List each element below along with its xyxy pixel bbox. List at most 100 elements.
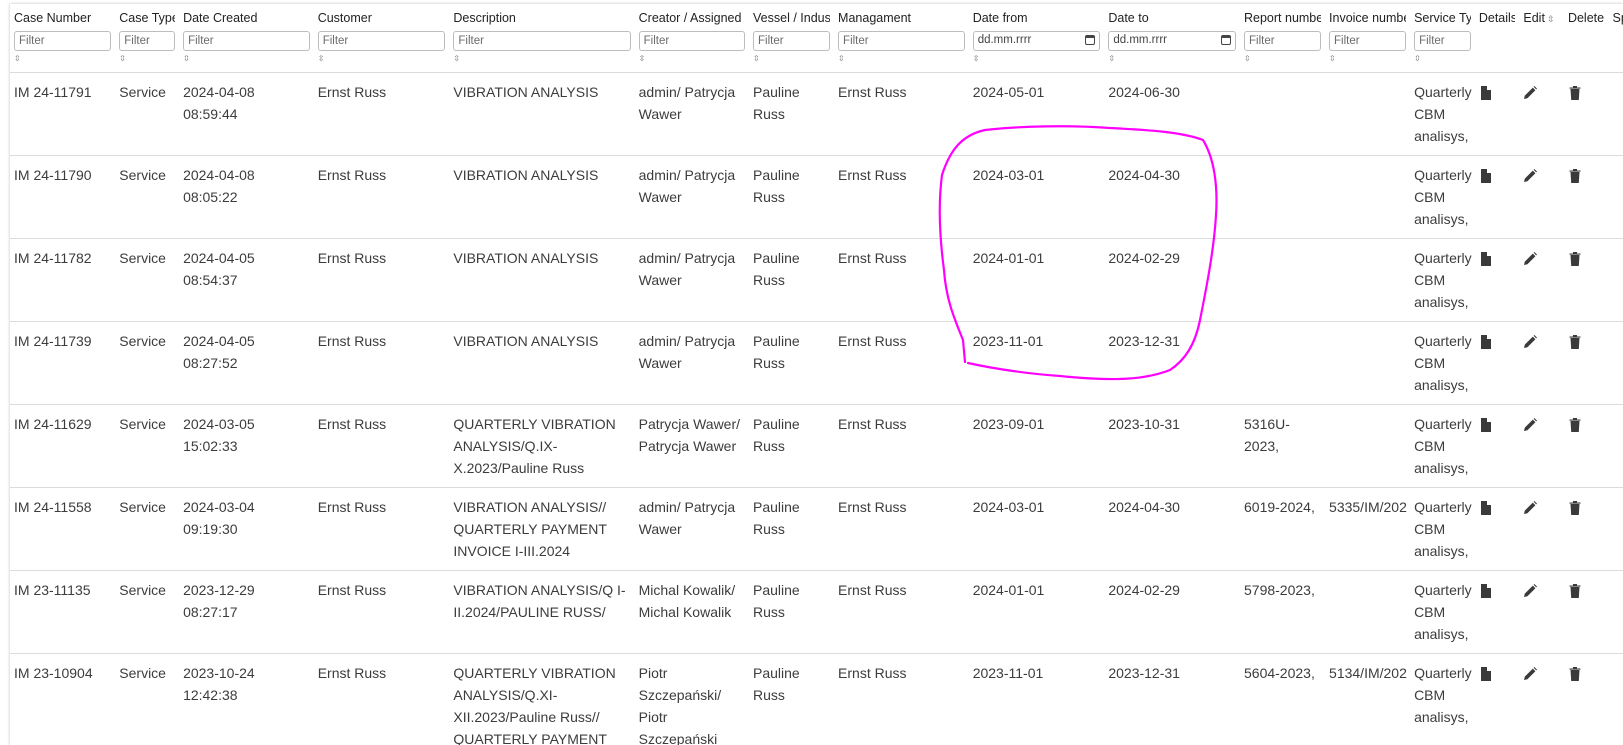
sort-icon[interactable]: ⇳ xyxy=(183,55,310,63)
sort-icon[interactable]: ⇳ xyxy=(453,55,630,63)
service-line: analisys, xyxy=(1414,460,1469,476)
table-row[interactable]: IM 23-11135 Service 2023-12-29 08:27:17 Erns… xyxy=(10,570,1623,654)
filter-input-case-number[interactable] xyxy=(14,31,112,51)
filter-input-service-typ[interactable] xyxy=(1414,31,1471,51)
column-header-label[interactable]: Details xyxy=(1479,11,1516,25)
file-icon[interactable] xyxy=(1479,84,1493,100)
table-row[interactable]: IM 24-11629 Service 2024-03-05 15:02:33 Erns… xyxy=(10,404,1623,488)
sort-icon[interactable]: ⇳ xyxy=(838,55,965,63)
spare-cell xyxy=(1608,321,1623,405)
column-header-label[interactable]: Invoice numbe xyxy=(1329,11,1406,25)
sort-icon[interactable]: ⇳ xyxy=(1244,55,1321,63)
date-filter-date-to[interactable]: dd.mm.rrrr xyxy=(1108,31,1236,51)
column-header-label[interactable]: Description xyxy=(453,11,630,25)
file-icon[interactable] xyxy=(1479,499,1493,515)
file-icon[interactable] xyxy=(1479,416,1493,432)
filter-input-date-created[interactable] xyxy=(183,31,310,51)
filter-input-creator-assigned[interactable] xyxy=(638,31,746,51)
date-filter-date-from[interactable]: dd.mm.rrrr xyxy=(972,31,1101,51)
filter-input-description[interactable] xyxy=(453,31,631,51)
pencil-icon[interactable] xyxy=(1523,250,1538,265)
sort-icon[interactable]: ⇳ xyxy=(1414,55,1471,63)
trash-icon[interactable] xyxy=(1568,582,1582,598)
column-header-invoice-numbe: Invoice numbe ⇳ xyxy=(1325,4,1411,73)
file-icon[interactable] xyxy=(1479,167,1493,183)
table-row[interactable]: IM 24-11558 Service 2024-03-04 09:19:30 Erns… xyxy=(10,487,1623,571)
trash-icon[interactable] xyxy=(1568,333,1582,349)
pencil-icon[interactable] xyxy=(1523,665,1538,680)
filter-input-customer[interactable] xyxy=(317,31,446,51)
trash-icon[interactable] xyxy=(1568,416,1582,432)
creator-assigned-cell: Patrycja Wawer/Patrycja Wawer xyxy=(634,404,750,488)
column-header-label[interactable]: Managament xyxy=(838,11,965,25)
service-line: CBM xyxy=(1414,189,1446,205)
filter-input-managament[interactable] xyxy=(838,31,965,51)
column-header-label[interactable]: Vessel / Indust xyxy=(753,11,830,25)
management-cell: Ernst Russ xyxy=(834,238,969,322)
delete-cell xyxy=(1563,487,1609,571)
trash-icon[interactable] xyxy=(1568,167,1582,183)
sort-icon[interactable]: ⇳ xyxy=(639,55,745,63)
table-row[interactable]: IM 23-10904 Service 2023-10-24 12:42:38 Erns… xyxy=(10,653,1623,745)
sort-icon[interactable]: ⇳ xyxy=(753,55,830,63)
column-header-label[interactable]: Delete xyxy=(1568,11,1605,25)
column-header-label[interactable]: Report numbe xyxy=(1244,11,1321,25)
column-header-label[interactable]: Date Created xyxy=(183,11,310,25)
table-row[interactable]: IM 24-11790 Service 2024-04-08 08:05:22 Erns… xyxy=(10,155,1623,239)
vessel-cell: Pauline Russ xyxy=(749,487,835,571)
report-number-cell xyxy=(1240,155,1326,239)
filter-input-report-numbe[interactable] xyxy=(1244,31,1322,51)
date-to-cell: 2024-02-29 xyxy=(1104,238,1240,322)
filter-input-invoice-numbe[interactable] xyxy=(1329,31,1407,51)
sort-icon[interactable]: ⇳ xyxy=(14,55,111,63)
trash-icon[interactable] xyxy=(1568,665,1582,681)
spare-cell xyxy=(1608,487,1623,571)
column-header-label[interactable]: Date from xyxy=(973,11,1101,25)
file-icon[interactable] xyxy=(1479,250,1493,266)
column-header-label[interactable]: Date to xyxy=(1108,11,1236,25)
sort-icon[interactable]: ⇳ xyxy=(1108,55,1236,63)
date-from-cell: 2023-11-01 xyxy=(968,321,1105,405)
column-header-label[interactable]: Service Typ xyxy=(1414,11,1471,25)
file-icon[interactable] xyxy=(1479,333,1493,349)
sort-icon[interactable]: ⇳ xyxy=(119,55,175,63)
trash-icon[interactable] xyxy=(1568,84,1582,100)
column-header-spare: Spare xyxy=(1608,4,1623,73)
file-icon[interactable] xyxy=(1479,665,1493,681)
trash-icon[interactable] xyxy=(1568,499,1582,515)
column-header-label[interactable]: Edit ⇳ xyxy=(1523,11,1560,25)
pencil-icon[interactable] xyxy=(1523,333,1538,348)
column-header-label[interactable]: Creator / Assigned xyxy=(639,11,745,25)
case-number-cell: IM 23-10904 xyxy=(10,653,116,745)
filter-input-case-type[interactable] xyxy=(119,31,176,51)
sort-icon[interactable]: ⇳ xyxy=(1329,55,1406,63)
creator-line: admin/ Patrycja xyxy=(638,499,736,515)
pencil-icon[interactable] xyxy=(1523,167,1538,182)
pencil-icon[interactable] xyxy=(1523,84,1538,99)
service-line: analisys, xyxy=(1414,211,1469,227)
column-header-label[interactable]: Customer xyxy=(318,11,446,25)
table-row[interactable]: IM 24-11782 Service 2024-04-05 08:54:37 Erns… xyxy=(10,238,1623,322)
sort-icon[interactable]: ⇳ xyxy=(973,55,1101,63)
date-to-cell: 2023-10-31 xyxy=(1104,404,1240,488)
filter-input-vessel-indust[interactable] xyxy=(753,31,831,51)
column-header-label[interactable]: Spare xyxy=(1612,11,1623,25)
creator-line: admin/ Patrycja xyxy=(638,250,736,266)
created-time: 08:27:17 xyxy=(183,604,238,620)
file-icon[interactable] xyxy=(1479,582,1493,598)
calendar-icon[interactable] xyxy=(1085,35,1096,45)
table-row[interactable]: IM 24-11739 Service 2024-04-05 08:27:52 Erns… xyxy=(10,321,1623,405)
calendar-icon[interactable] xyxy=(1221,35,1231,45)
pencil-icon[interactable] xyxy=(1523,416,1538,431)
pencil-icon[interactable] xyxy=(1523,499,1538,514)
sort-icon[interactable]: ⇳ xyxy=(1547,14,1555,24)
pencil-icon[interactable] xyxy=(1523,582,1538,597)
table-row[interactable]: IM 24-11791 Service 2024-04-08 08:59:44 Erns… xyxy=(10,72,1623,156)
service-line: Quarterly xyxy=(1414,665,1472,681)
column-header-managament: Managament ⇳ xyxy=(834,4,969,73)
sort-icon[interactable]: ⇳ xyxy=(318,55,446,63)
column-header-label[interactable]: Case Number xyxy=(14,11,111,25)
column-header-label[interactable]: Case Type xyxy=(119,11,175,25)
report-line: 6019-2024, xyxy=(1244,499,1315,515)
trash-icon[interactable] xyxy=(1568,250,1582,266)
